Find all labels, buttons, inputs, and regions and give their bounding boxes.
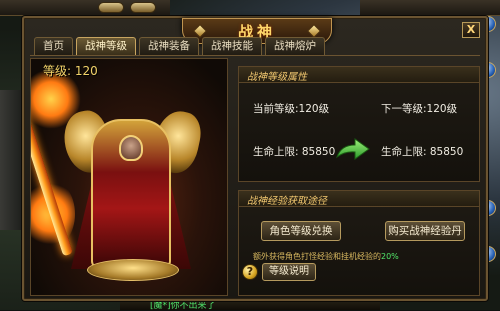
level-attributes-panel: 战神等级属性 当前等级:120级 下一等级:120级 生命上限: 85850 生… [238,66,480,182]
upgrade-arrow-icon [336,138,370,160]
hud-button[interactable] [98,2,124,13]
level-help-button[interactable]: 等级说明 [262,263,316,281]
character-panel: 等级: 120 [30,58,228,296]
question-icon[interactable]: ? [242,264,258,280]
top-left-hud [0,0,170,16]
exp-bonus-note: 额外获得角色打怪经验和挂机经验的20% [253,251,399,262]
tab-divider [30,55,480,56]
tab-furnace[interactable]: 战神熔炉 [265,37,325,55]
tab-bar: 首页 战神等级 战神装备 战神技能 战神熔炉 [34,37,325,55]
hud-button[interactable] [130,2,156,13]
exp-acquisition-header: 战神经验获取途径 [247,196,327,207]
character-head [119,135,143,161]
exp-bonus-text: 额外获得角色打怪经验和挂机经验的 [253,252,381,261]
exp-bonus-percent: 20% [381,252,399,261]
panel-header: 战神经验获取途径 [239,191,479,207]
current-level: 当前等级:120级 [253,103,330,115]
close-button[interactable]: X [462,22,480,38]
level-attributes-header: 战神等级属性 [247,72,307,83]
top-right-hud [360,0,500,16]
character-pedestal [87,259,179,281]
level-help[interactable]: ? 等级说明 [242,262,316,282]
left-side-panel [0,90,24,230]
zhanshen-dialog: 战神 X 首页 战神等级 战神装备 战神技能 战神熔炉 等级: 120 战神等级… [22,16,488,301]
buy-exp-pill-button[interactable]: 购买战神经验丹 [385,221,465,241]
tab-home[interactable]: 首页 [34,37,73,55]
tab-level[interactable]: 战神等级 [76,37,136,55]
next-level: 下一等级:120级 [381,103,458,115]
current-hp-cap: 生命上限: 85850 [253,146,336,158]
tab-equipment[interactable]: 战神装备 [139,37,199,55]
exchange-level-button[interactable]: 角色等级兑换 [261,221,341,241]
panel-header: 战神等级属性 [239,67,479,83]
character-level: 等级: 120 [43,64,98,78]
next-hp-cap: 生命上限: 85850 [381,146,464,158]
tab-skills[interactable]: 战神技能 [202,37,262,55]
